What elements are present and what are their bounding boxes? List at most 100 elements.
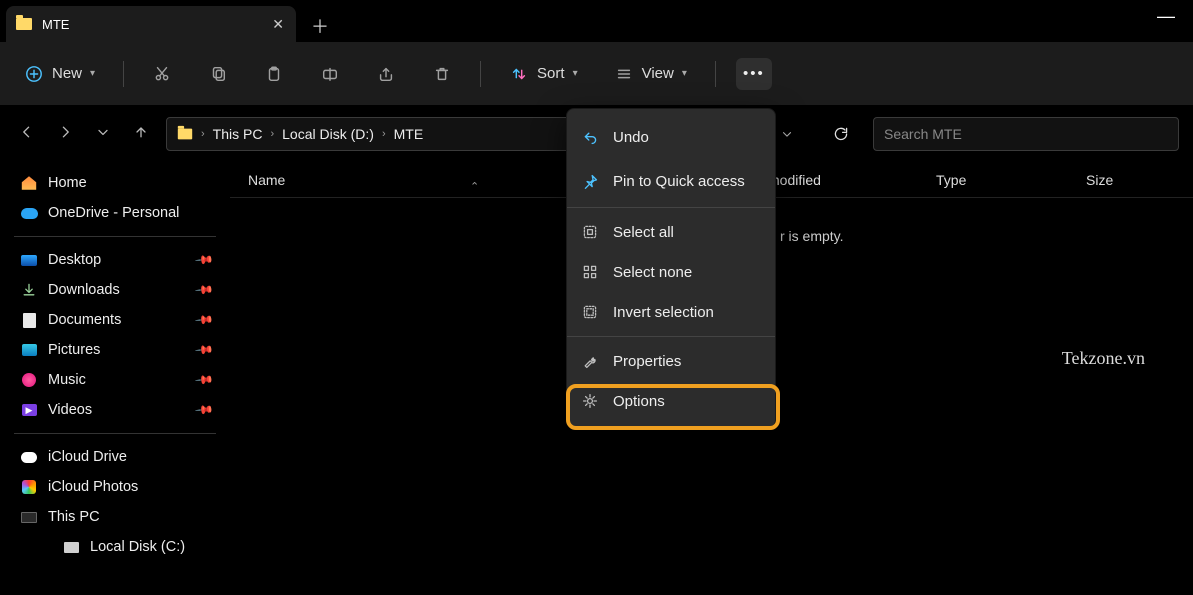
undo-icon bbox=[581, 128, 599, 146]
copy-icon bbox=[208, 64, 228, 84]
toolbar: New ▾ Sort ▾ bbox=[0, 42, 1193, 106]
select-all-icon bbox=[581, 223, 599, 241]
menu-select-none[interactable]: Select none bbox=[567, 252, 775, 292]
sidebar-item-documents[interactable]: Documents 📌 bbox=[0, 305, 230, 335]
pin-icon: 📌 bbox=[194, 370, 214, 390]
col-type[interactable]: Type bbox=[918, 172, 1068, 188]
col-size[interactable]: Size bbox=[1068, 172, 1188, 188]
sidebar-item-label: Documents bbox=[48, 312, 121, 328]
sidebar-item-label: Desktop bbox=[48, 252, 101, 268]
sidebar-item-pictures[interactable]: Pictures📌 bbox=[0, 335, 230, 365]
copy-button[interactable] bbox=[200, 58, 236, 90]
more-icon: ••• bbox=[744, 64, 764, 84]
sidebar-item-downloads[interactable]: Downloads📌 bbox=[0, 275, 230, 305]
sidebar-item-label: Music bbox=[48, 372, 86, 388]
pc-icon bbox=[20, 508, 38, 526]
refresh-button[interactable] bbox=[821, 117, 861, 151]
new-label: New bbox=[52, 65, 82, 82]
clipboard-icon bbox=[264, 64, 284, 84]
sidebar-item-desktop[interactable]: Desktop📌 bbox=[0, 245, 230, 275]
sort-icon bbox=[509, 64, 529, 84]
sort-button[interactable]: Sort ▾ bbox=[501, 58, 586, 90]
select-none-icon bbox=[581, 263, 599, 281]
separator bbox=[14, 236, 216, 237]
delete-button[interactable] bbox=[424, 58, 460, 90]
sidebar-item-icloud-photos[interactable]: iCloud Photos bbox=[0, 472, 230, 502]
sidebar-item-videos[interactable]: ▶Videos📌 bbox=[0, 395, 230, 425]
menu-pin-quick-access[interactable]: Pin to Quick access bbox=[567, 159, 775, 203]
document-icon bbox=[20, 311, 38, 329]
sidebar-item-label: This PC bbox=[48, 509, 100, 525]
view-icon bbox=[614, 64, 634, 84]
rename-icon bbox=[320, 64, 340, 84]
music-icon bbox=[20, 371, 38, 389]
menu-undo[interactable]: Undo bbox=[567, 115, 775, 159]
menu-item-label: Undo bbox=[613, 129, 649, 146]
plus-circle-icon bbox=[24, 64, 44, 84]
picture-icon bbox=[20, 341, 38, 359]
menu-item-label: Properties bbox=[613, 353, 681, 370]
sidebar-item-label: Pictures bbox=[48, 342, 100, 358]
new-tab-button[interactable]: ＋ bbox=[304, 10, 336, 42]
pin-icon: 📌 bbox=[194, 310, 214, 330]
rename-button[interactable] bbox=[312, 58, 348, 90]
title-bar: MTE ✕ ＋ — bbox=[0, 0, 1193, 42]
home-icon bbox=[20, 174, 38, 192]
sidebar-item-label: Home bbox=[48, 175, 87, 191]
menu-item-label: Select all bbox=[613, 224, 674, 241]
forward-button[interactable] bbox=[52, 124, 78, 145]
share-button[interactable] bbox=[368, 58, 404, 90]
separator bbox=[480, 61, 481, 87]
more-button[interactable]: ••• bbox=[736, 58, 772, 90]
recent-dropdown[interactable] bbox=[90, 124, 116, 145]
sidebar-item-label: iCloud Photos bbox=[48, 479, 138, 495]
tab-title: MTE bbox=[42, 17, 258, 32]
folder-icon bbox=[16, 18, 32, 30]
sidebar-item-onedrive[interactable]: OneDrive - Personal bbox=[0, 198, 230, 228]
sidebar-item-this-pc[interactable]: This PC bbox=[0, 502, 230, 532]
menu-item-label: Select none bbox=[613, 264, 692, 281]
desktop-icon bbox=[20, 251, 38, 269]
separator bbox=[14, 433, 216, 434]
up-button[interactable] bbox=[128, 124, 154, 145]
back-button[interactable] bbox=[14, 124, 40, 145]
separator bbox=[123, 61, 124, 87]
menu-properties[interactable]: Properties bbox=[567, 341, 775, 381]
sidebar-item-music[interactable]: Music 📌 bbox=[0, 365, 230, 395]
cut-button[interactable] bbox=[144, 58, 180, 90]
paste-button[interactable] bbox=[256, 58, 292, 90]
separator bbox=[567, 207, 775, 208]
new-button[interactable]: New ▾ bbox=[16, 58, 103, 90]
close-tab-button[interactable]: ✕ bbox=[268, 14, 288, 35]
search-input[interactable]: Search MTE bbox=[873, 117, 1179, 151]
sidebar-item-home[interactable]: Home bbox=[0, 168, 230, 198]
sidebar-item-local-disk-c[interactable]: Local Disk (C:) bbox=[0, 532, 230, 562]
breadcrumb-this-pc[interactable]: This PC bbox=[213, 126, 263, 142]
invert-icon bbox=[581, 303, 599, 321]
share-icon bbox=[376, 64, 396, 84]
sidebar-item-icloud-drive[interactable]: iCloud Drive bbox=[0, 442, 230, 472]
menu-select-all[interactable]: Select all bbox=[567, 212, 775, 252]
gear-icon bbox=[581, 392, 599, 410]
menu-options[interactable]: Options bbox=[567, 381, 775, 421]
sidebar-item-label: Downloads bbox=[48, 282, 120, 298]
sidebar-item-label: Local Disk (C:) bbox=[90, 539, 185, 555]
icloud-icon bbox=[20, 448, 38, 466]
more-menu: Undo Pin to Quick access Select all Sele… bbox=[566, 108, 776, 428]
breadcrumb-mte[interactable]: MTE bbox=[394, 126, 424, 142]
search-placeholder: Search MTE bbox=[884, 126, 962, 142]
chevron-right-icon: › bbox=[382, 128, 386, 140]
separator bbox=[715, 61, 716, 87]
minimize-button[interactable]: — bbox=[1157, 6, 1175, 27]
sort-label: Sort bbox=[537, 65, 565, 82]
sidebar-item-label: Videos bbox=[48, 402, 92, 418]
pin-icon bbox=[581, 172, 599, 190]
window-tab[interactable]: MTE ✕ bbox=[6, 6, 296, 42]
view-button[interactable]: View ▾ bbox=[606, 58, 695, 90]
menu-invert-selection[interactable]: Invert selection bbox=[567, 292, 775, 332]
empty-folder-text: r is empty. bbox=[780, 228, 844, 244]
chevron-right-icon: › bbox=[270, 128, 274, 140]
breadcrumb-local-disk-d[interactable]: Local Disk (D:) bbox=[282, 126, 374, 142]
trash-icon bbox=[432, 64, 452, 84]
pin-icon: 📌 bbox=[194, 400, 214, 420]
